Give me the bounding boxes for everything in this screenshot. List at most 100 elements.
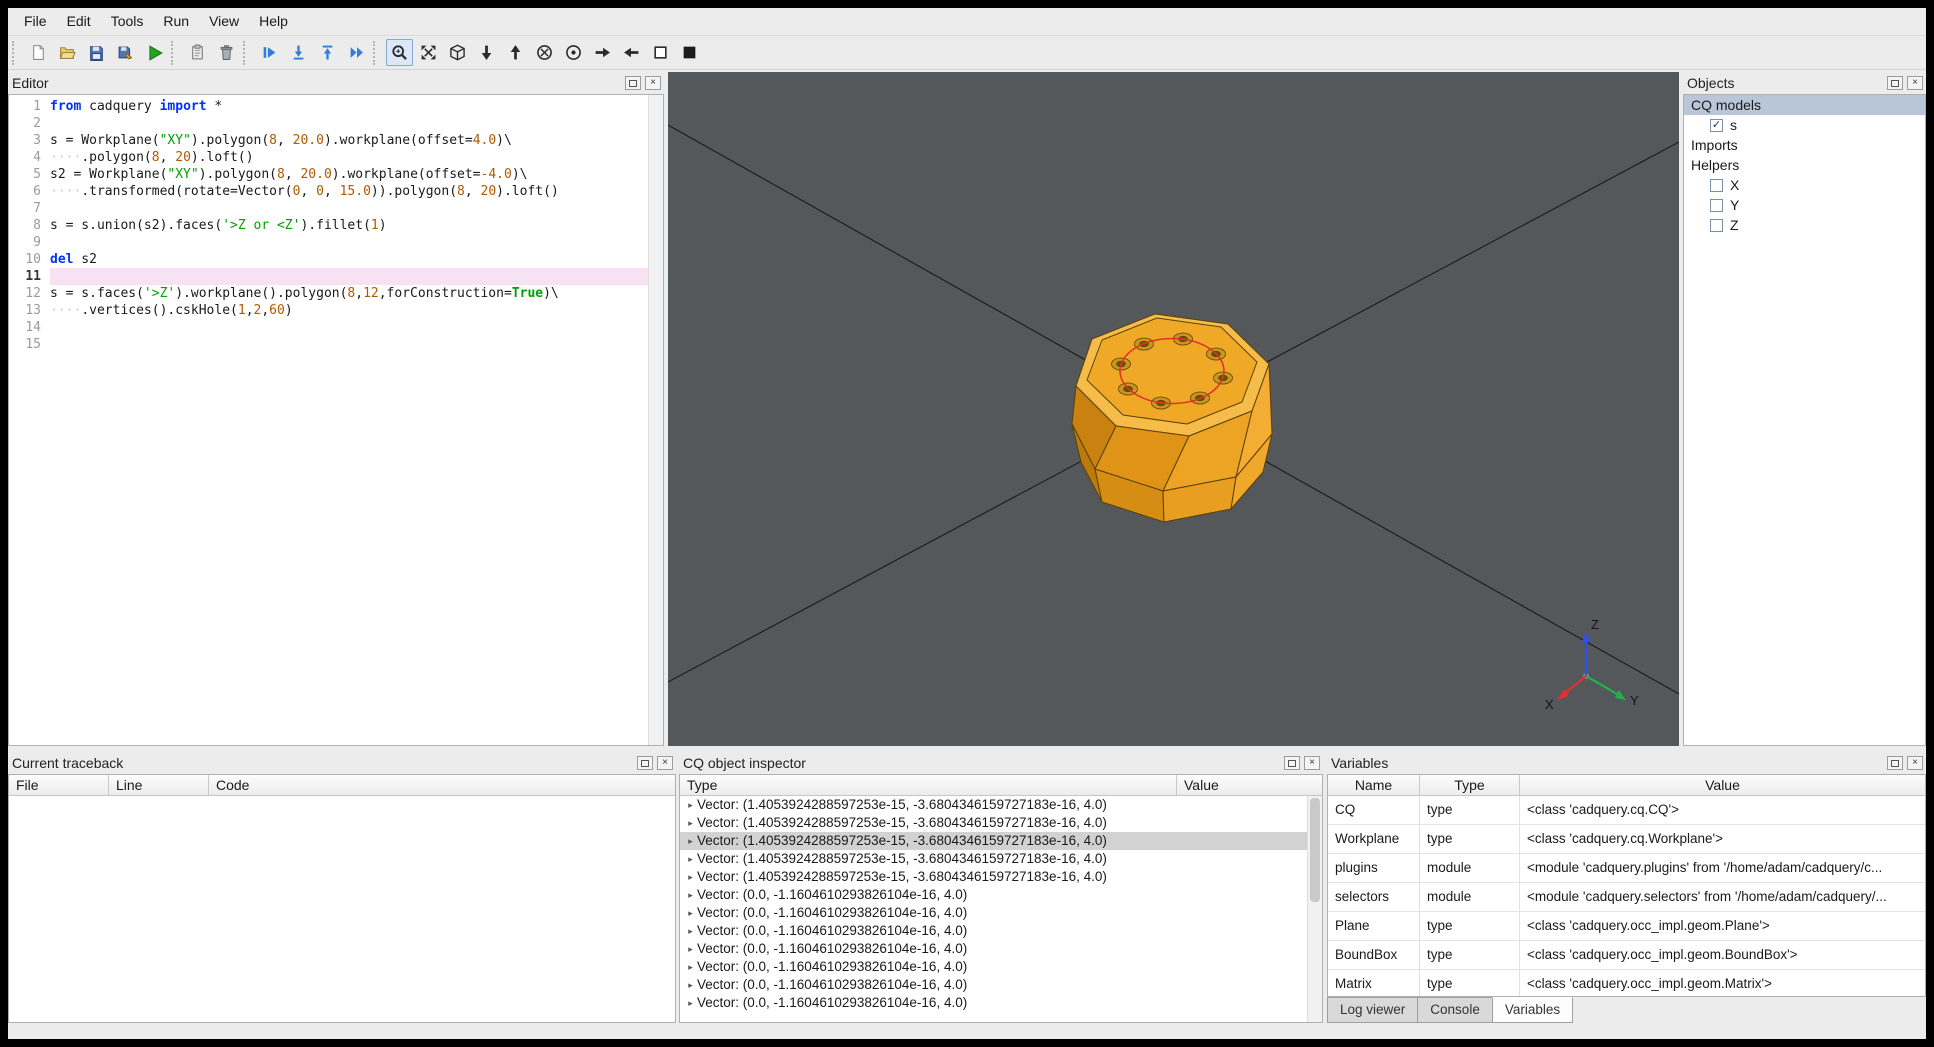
- float-panel-button[interactable]: [637, 756, 653, 770]
- expand-arrow-icon[interactable]: ▸: [684, 832, 697, 850]
- tree-item-s[interactable]: ✓ s: [1684, 115, 1925, 135]
- inspector-row[interactable]: ▸ Vector: (1.4053924288597253e-15, -3.680…: [680, 814, 1308, 832]
- inspector-row[interactable]: ▸ Vector: (0.0, -1.1604610293826104e-16, …: [680, 958, 1308, 976]
- tab-log-viewer[interactable]: Log viewer: [1327, 997, 1419, 1023]
- vector-value: Vector: (0.0, -1.1604610293826104e-16, 4…: [697, 995, 968, 1010]
- toolbar-handle[interactable]: [243, 40, 251, 65]
- expand-arrow-icon[interactable]: ▸: [684, 868, 697, 886]
- view-up-button[interactable]: [502, 39, 529, 66]
- checkbox-s[interactable]: ✓: [1710, 118, 1723, 132]
- menu-help[interactable]: Help: [249, 8, 298, 35]
- expand-arrow-icon[interactable]: ▸: [684, 922, 697, 940]
- debug-continue-button[interactable]: [343, 39, 370, 66]
- tab-variables[interactable]: Variables: [1491, 997, 1574, 1023]
- variable-row-Plane[interactable]: Plane type <class 'cadquery.occ_impl.geom.…: [1328, 912, 1925, 941]
- expand-arrow-icon[interactable]: ▸: [684, 886, 697, 904]
- close-panel-button[interactable]: ×: [657, 756, 673, 770]
- editor-code-area[interactable]: 1 from cadquery import * 2 3 s = Workplane("…: [9, 95, 649, 745]
- zoom-to-fit-button[interactable]: [386, 39, 413, 66]
- inspector-row[interactable]: ▸ Vector: (0.0, -1.1604610293826104e-16, …: [680, 922, 1308, 940]
- tab-console[interactable]: Console: [1417, 997, 1493, 1023]
- close-panel-button[interactable]: ×: [1907, 756, 1923, 770]
- menu-file[interactable]: File: [14, 8, 57, 35]
- checkbox-y[interactable]: [1710, 198, 1723, 212]
- shaded-button[interactable]: [676, 39, 703, 66]
- checkbox-x[interactable]: [1710, 178, 1723, 192]
- delete-button[interactable]: [213, 39, 240, 66]
- inspector-row[interactable]: ▸ Vector: (0.0, -1.1604610293826104e-16, …: [680, 904, 1308, 922]
- view-right-button[interactable]: [589, 39, 616, 66]
- menu-edit[interactable]: Edit: [57, 8, 101, 35]
- tree-item-y[interactable]: Y: [1684, 195, 1925, 215]
- expand-arrow-icon[interactable]: ▸: [684, 796, 697, 814]
- variable-row-Matrix[interactable]: Matrix type <class 'cadquery.occ_impl.geom…: [1328, 970, 1925, 996]
- debug-step-out-button[interactable]: [314, 39, 341, 66]
- checkbox-z[interactable]: [1710, 218, 1723, 232]
- inspector-row[interactable]: ▸ Vector: (1.4053924288597253e-15, -3.680…: [680, 850, 1308, 868]
- expand-arrow-icon[interactable]: ▸: [684, 940, 697, 958]
- render-button[interactable]: [141, 39, 168, 66]
- debug-step-button[interactable]: [256, 39, 283, 66]
- view-back-button[interactable]: [560, 39, 587, 66]
- toolbar-handle[interactable]: [171, 40, 179, 65]
- expand-arrow-icon[interactable]: ▸: [684, 994, 697, 1012]
- viewport-3d[interactable]: X Y Z: [667, 72, 1680, 746]
- variable-type: type: [1420, 912, 1520, 940]
- variable-row-selectors[interactable]: selectors module <module 'cadquery.selecto…: [1328, 883, 1925, 912]
- menu-tools[interactable]: Tools: [101, 8, 154, 35]
- column-header: Name: [1328, 775, 1420, 795]
- save-button[interactable]: [83, 39, 110, 66]
- expand-arrow-icon[interactable]: ▸: [684, 958, 697, 976]
- inspector-row[interactable]: ▸ Vector: (0.0, -1.1604610293826104e-16, …: [680, 976, 1308, 994]
- inspector-row[interactable]: ▸ Vector: (0.0, -1.1604610293826104e-16, …: [680, 940, 1308, 958]
- step-icon: [263, 47, 276, 58]
- expand-arrow-icon[interactable]: ▸: [684, 904, 697, 922]
- close-panel-button[interactable]: ×: [1907, 76, 1923, 90]
- view-left-button[interactable]: [618, 39, 645, 66]
- inspector-row[interactable]: ▸ Vector: (0.0, -1.1604610293826104e-16, …: [680, 994, 1308, 1012]
- expand-arrow-icon[interactable]: ▸: [684, 850, 697, 868]
- variable-row-Workplane[interactable]: Workplane type <class 'cadquery.cq.Workpla…: [1328, 825, 1925, 854]
- float-panel-button[interactable]: [1887, 76, 1903, 90]
- variable-row-BoundBox[interactable]: BoundBox type <class 'cadquery.occ_impl.ge…: [1328, 941, 1925, 970]
- close-panel-button[interactable]: ×: [645, 76, 661, 90]
- menu-run[interactable]: Run: [153, 8, 199, 35]
- float-panel-button[interactable]: [1284, 756, 1300, 770]
- view-down-button[interactable]: [473, 39, 500, 66]
- inspector-row[interactable]: ▸ Vector: (1.4053924288597253e-15, -3.680…: [680, 832, 1308, 850]
- inspector-row[interactable]: ▸ Vector: (1.4053924288597253e-15, -3.680…: [680, 868, 1308, 886]
- vector-value: Vector: (1.4053924288597253e-15, -3.6804…: [697, 797, 1107, 812]
- clipboard-button[interactable]: [184, 39, 211, 66]
- float-icon: [641, 759, 649, 767]
- float-panel-button[interactable]: [1887, 756, 1903, 770]
- variable-row-plugins[interactable]: plugins module <module 'cadquery.plugins' …: [1328, 854, 1925, 883]
- inspector-row[interactable]: ▸ Vector: (0.0, -1.1604610293826104e-16, …: [680, 886, 1308, 904]
- tree-item-imports[interactable]: Imports: [1684, 135, 1925, 155]
- iso-view-button[interactable]: [444, 39, 471, 66]
- expand-arrow-icon[interactable]: ▸: [684, 814, 697, 832]
- tree-item-x[interactable]: X: [1684, 175, 1925, 195]
- wireframe-button[interactable]: [647, 39, 674, 66]
- tree-item-helpers[interactable]: Helpers: [1684, 155, 1925, 175]
- variable-row-CQ[interactable]: CQ type <class 'cadquery.cq.CQ'>: [1328, 796, 1925, 825]
- inspector-row[interactable]: ▸ Vector: (1.4053924288597253e-15, -3.680…: [680, 796, 1308, 814]
- scrollbar-thumb[interactable]: [1310, 798, 1320, 902]
- clipboard-icon: [192, 44, 203, 60]
- toolbar-handle[interactable]: [373, 40, 381, 65]
- menu-view[interactable]: View: [199, 8, 249, 35]
- view-front-button[interactable]: [531, 39, 558, 66]
- debug-step-into-button[interactable]: [285, 39, 312, 66]
- expand-arrow-icon[interactable]: ▸: [684, 976, 697, 994]
- editor-scrollbar[interactable]: [648, 95, 663, 745]
- save-as-button[interactable]: [112, 39, 139, 66]
- toolbar-handle[interactable]: [12, 40, 20, 65]
- tree-item-cq-models[interactable]: CQ models: [1684, 95, 1925, 115]
- close-panel-button[interactable]: ×: [1304, 756, 1320, 770]
- inspector-scrollbar[interactable]: [1307, 796, 1322, 1022]
- new-file-button[interactable]: [25, 39, 52, 66]
- float-panel-button[interactable]: [625, 76, 641, 90]
- tree-item-z[interactable]: Z: [1684, 215, 1925, 235]
- cad-model[interactable]: [1071, 313, 1273, 523]
- fit-all-button[interactable]: [415, 39, 442, 66]
- open-file-button[interactable]: [54, 39, 81, 66]
